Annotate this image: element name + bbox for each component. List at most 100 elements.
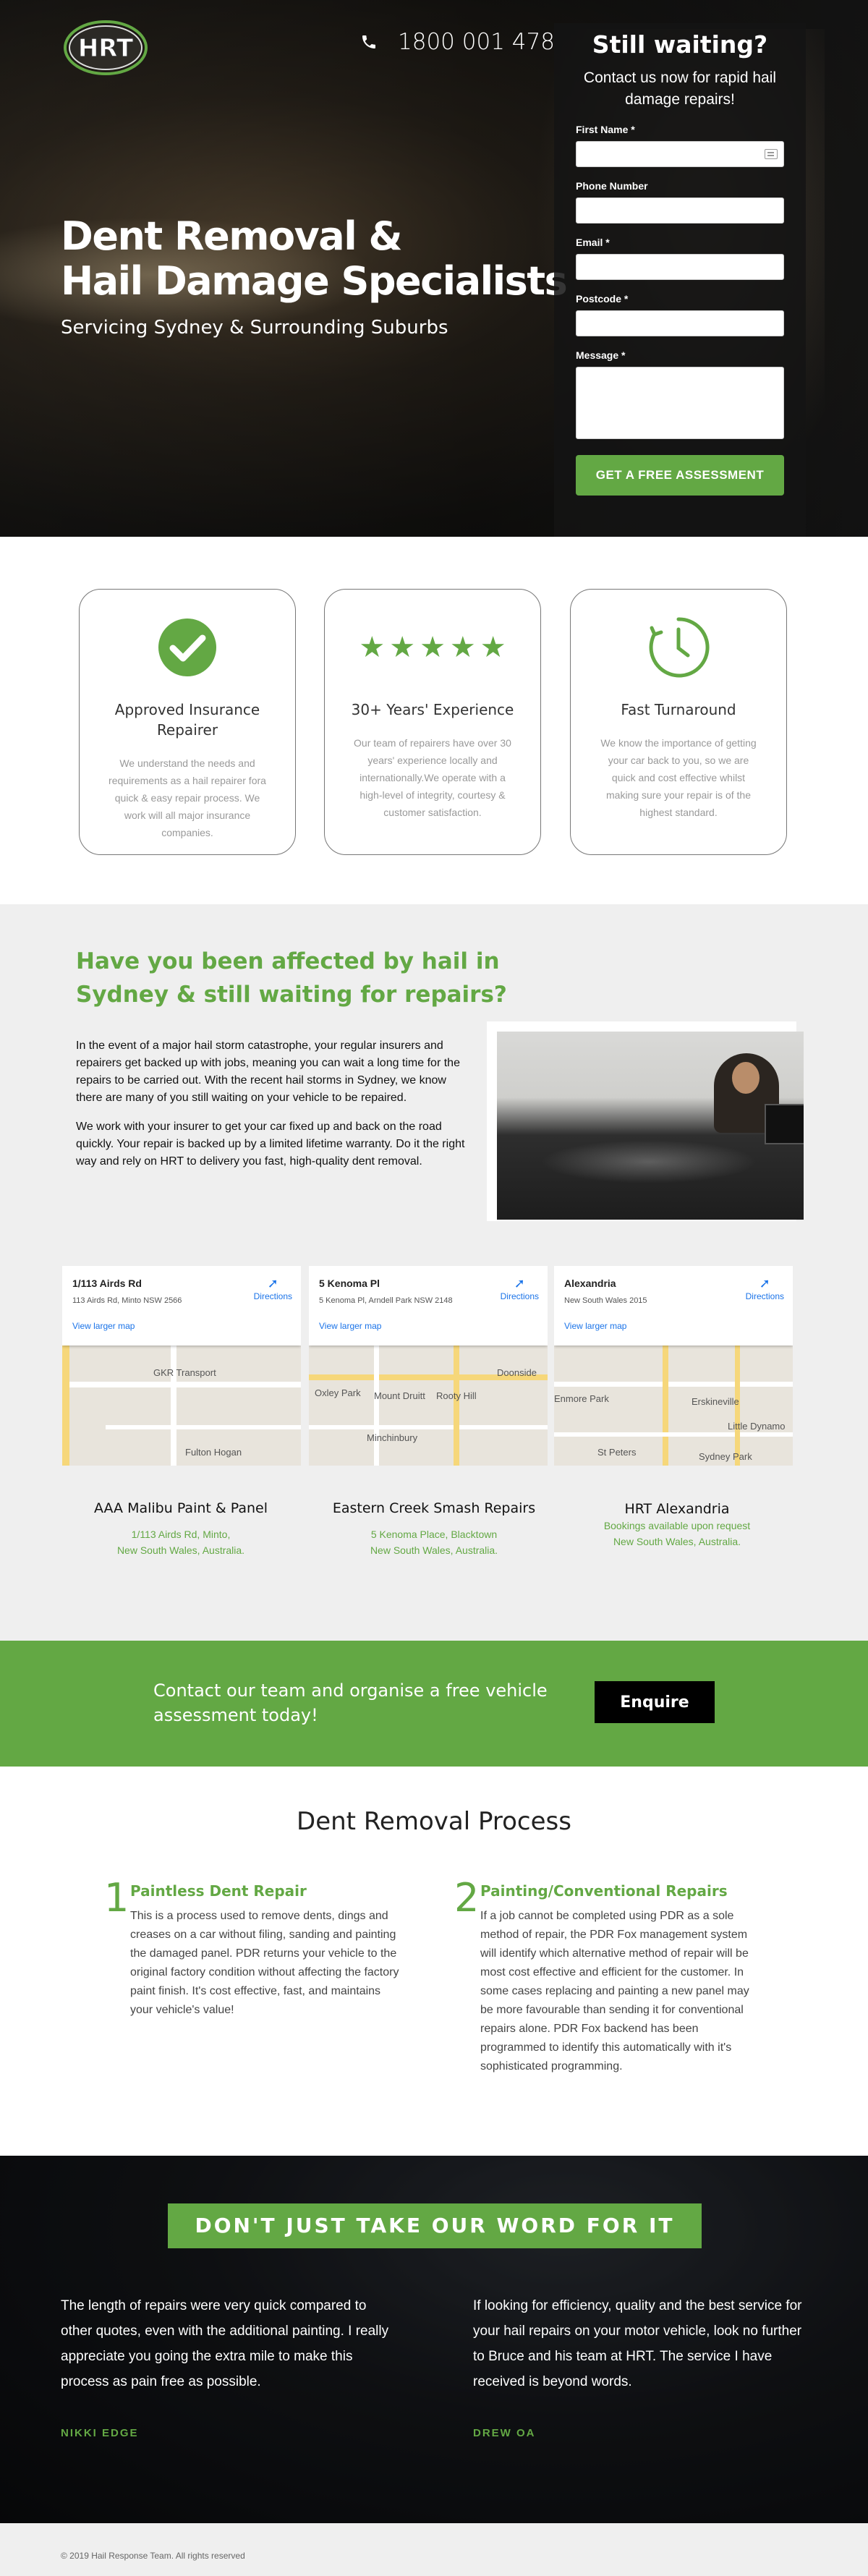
map-label: Enmore Park <box>554 1393 609 1404</box>
cta-text: Contact our team and organise a free veh… <box>153 1680 548 1725</box>
directions-icon: ➚ <box>759 1276 770 1291</box>
five-stars-icon: ★ ★ ★ ★ ★ <box>359 631 506 664</box>
location-address-1: 5 Kenoma Place, Blacktown <box>370 1529 498 1540</box>
contact-form: Still waiting? Contact us now for rapid … <box>554 23 806 537</box>
process-step-2: 2 Painting/Conventional Repairs If a job… <box>454 1875 758 2076</box>
testimonial-quote: If looking for efficiency, quality and t… <box>473 2298 802 2389</box>
cta-section: Contact our team and organise a free veh… <box>0 1641 868 1767</box>
postcode-field[interactable] <box>576 310 784 336</box>
map-label: Fulton Hogan <box>185 1447 242 1458</box>
phone-link[interactable]: 1800 001 478 <box>360 29 555 55</box>
testimonial: The length of repairs were very quick co… <box>61 2293 393 2446</box>
process-section: Dent Removal Process 1 Paintless Dent Re… <box>0 1767 868 2156</box>
map-label: Erskineville <box>692 1396 739 1407</box>
technician-photo <box>487 1021 804 1221</box>
hail-text: In the event of a major hail storm catas… <box>76 1037 474 1182</box>
map-alexandria[interactable]: Alexandria New South Wales 2015 View lar… <box>554 1266 793 1466</box>
directions-label: Directions <box>253 1291 292 1301</box>
testimonials-banner: DON'T JUST TAKE OUR WORD FOR IT <box>168 2203 702 2248</box>
autofill-card-icon[interactable] <box>765 149 778 159</box>
testimonial-author: NIKKI EDGE <box>61 2427 139 2439</box>
step-number: 1 <box>104 1875 129 1921</box>
hero-title-line1: Dent Removal & <box>61 213 403 259</box>
directions-label: Directions <box>500 1291 539 1301</box>
step-title: Painting/Conventional Repairs <box>480 1882 728 1900</box>
map-label: Doonside <box>497 1367 537 1378</box>
view-larger-map-link[interactable]: View larger map <box>564 1321 783 1331</box>
directions-icon: ➚ <box>267 1276 278 1291</box>
testimonial-author: DREW OA <box>473 2427 536 2439</box>
view-larger-map-link[interactable]: View larger map <box>72 1321 291 1331</box>
first-name-label: First Name * <box>576 124 635 135</box>
location-name: AAA Malibu Paint & Panel <box>94 1500 268 1516</box>
directions-button[interactable]: ➚ Directions <box>501 1276 539 1301</box>
testimonial: If looking for efficiency, quality and t… <box>473 2293 806 2446</box>
get-free-assessment-button[interactable]: GET A FREE ASSESSMENT <box>576 455 784 496</box>
features-section: Approved Insurance Repairer We understan… <box>0 537 868 904</box>
email-label: Email * <box>576 237 610 248</box>
map-label: Mount Druitt <box>374 1390 425 1401</box>
form-subtitle: Contact us now for rapid hail damage rep… <box>583 69 777 108</box>
postcode-label: Postcode * <box>576 293 629 305</box>
testimonial-quote: The length of repairs were very quick co… <box>61 2298 389 2389</box>
process-heading: Dent Removal Process <box>297 1807 571 1836</box>
message-textarea[interactable] <box>576 367 784 439</box>
location-address-1: 1/113 Airds Rd, Minto, <box>131 1529 231 1540</box>
enquire-button[interactable]: Enquire <box>595 1681 715 1723</box>
hero-section: HRT 1800 001 478 Dent Removal & Hail Dam… <box>0 0 868 537</box>
copyright-text: © 2019 Hail Response Team. All rights re… <box>61 2551 245 2561</box>
map-label: St Peters <box>597 1447 637 1458</box>
step-title: Paintless Dent Repair <box>130 1882 307 1900</box>
step-text: This is a process used to remove dents, … <box>130 1910 399 2016</box>
feature-card-turnaround: Fast Turnaround We know the importance o… <box>570 589 787 855</box>
view-larger-map-link[interactable]: View larger map <box>319 1321 537 1331</box>
step-number: 2 <box>454 1875 480 1921</box>
map-label: Rooty Hill <box>436 1390 477 1401</box>
hail-paragraph-1: In the event of a major hail storm catas… <box>76 1040 460 1104</box>
step-text: If a job cannot be completed using PDR a… <box>480 1910 749 2073</box>
map-label: Sydney Park <box>699 1451 752 1462</box>
feature-title: Approved Insurance Repairer <box>114 701 260 739</box>
feature-title: Fast Turnaround <box>621 701 736 718</box>
directions-label: Directions <box>745 1291 784 1301</box>
phone-label: Phone Number <box>576 180 648 192</box>
hail-info-section: Have you been affected by hail in Sydney… <box>0 904 868 1641</box>
hrt-logo[interactable]: HRT <box>61 14 155 80</box>
map-info-card: Alexandria New South Wales 2015 View lar… <box>554 1266 793 1346</box>
phone-number[interactable]: 1800 001 478 <box>398 29 555 55</box>
phone-field[interactable] <box>576 197 784 224</box>
hail-heading: Have you been affected by hail in Sydney… <box>76 948 507 1008</box>
location-info: Eastern Creek Smash Repairs 5 Kenoma Pla… <box>311 1500 557 1558</box>
location-address-2: New South Wales, Australia. <box>116 1544 245 1556</box>
first-name-field[interactable] <box>576 141 784 167</box>
feature-title: 30+ Years' Experience <box>351 701 514 718</box>
map-label: Minchinbury <box>367 1432 418 1443</box>
hero-title: Dent Removal & Hail Damage Specialists <box>61 213 568 304</box>
location-info: AAA Malibu Paint & Panel 1/113 Airds Rd,… <box>58 1500 304 1558</box>
directions-button[interactable]: ➚ Directions <box>746 1276 784 1301</box>
feature-text: Our team of repairers have over 30 years… <box>354 737 511 818</box>
email-field[interactable] <box>576 254 784 280</box>
phone-icon <box>362 35 375 48</box>
map-label: Oxley Park <box>315 1387 361 1398</box>
footer: © 2019 Hail Response Team. All rights re… <box>0 2523 868 2576</box>
feature-text: We know the importance of getting your c… <box>600 737 757 818</box>
map-arndell-park[interactable]: 5 Kenoma Pl 5 Kenoma Pl, Arndell Park NS… <box>309 1266 548 1466</box>
form-title: Still waiting? <box>592 30 768 59</box>
location-info: HRT Alexandria Bookings available upon r… <box>554 1500 800 1550</box>
location-name: HRT Alexandria <box>624 1501 730 1517</box>
map-label: GKR Transport <box>153 1367 216 1378</box>
map-minto[interactable]: 1/113 Airds Rd 113 Airds Rd, Minto NSW 2… <box>62 1266 301 1466</box>
hero-title-line2: Hail Damage Specialists <box>61 258 568 304</box>
feature-card-experience: ★ ★ ★ ★ ★ 30+ Years' Experience Our team of … <box>324 589 541 855</box>
process-step-1: 1 Paintless Dent Repair This is a proces… <box>104 1875 408 2020</box>
map-info-card: 1/113 Airds Rd 113 Airds Rd, Minto NSW 2… <box>62 1266 301 1346</box>
testimonials-section: DON'T JUST TAKE OUR WORD FOR IT The leng… <box>0 2156 868 2523</box>
directions-icon: ➚ <box>514 1276 525 1291</box>
message-label: Message * <box>576 349 626 361</box>
directions-button[interactable]: ➚ Directions <box>254 1276 292 1301</box>
location-name: Eastern Creek Smash Repairs <box>332 1500 536 1516</box>
map-info-card: 5 Kenoma Pl 5 Kenoma Pl, Arndell Park NS… <box>309 1266 548 1346</box>
check-circle-icon <box>158 619 216 676</box>
location-address-1: Bookings available upon request <box>603 1520 751 1531</box>
